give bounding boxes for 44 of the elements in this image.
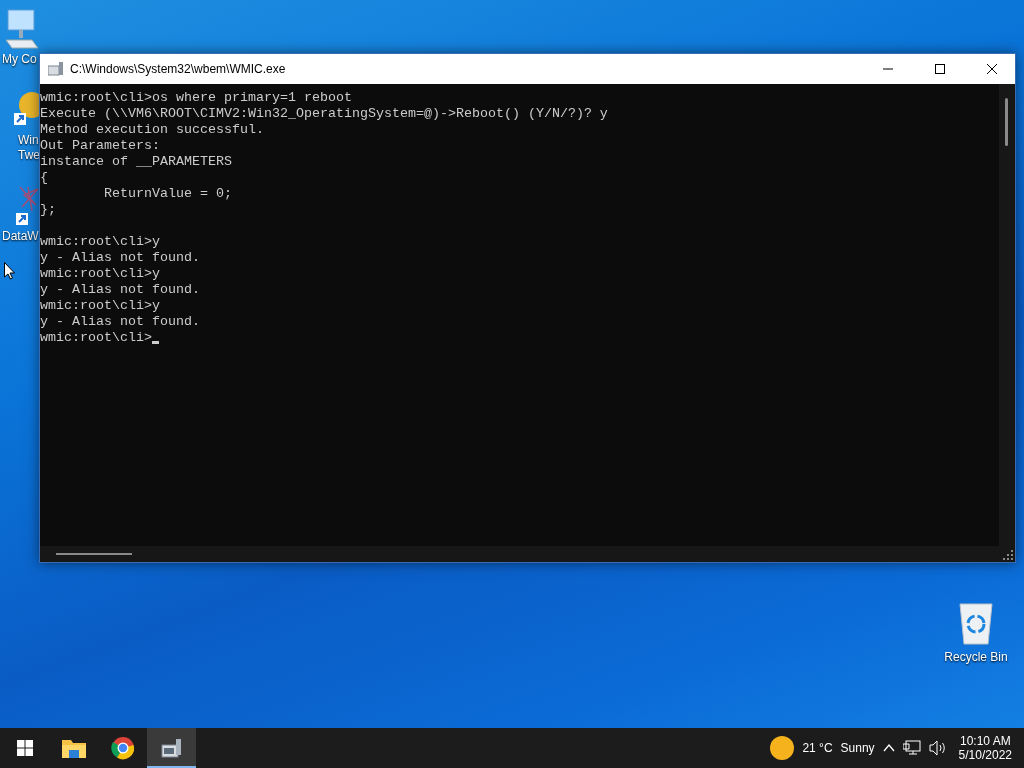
console-line: instance of __PARAMETERS: [40, 154, 232, 170]
console-line: Execute (\\VM6\ROOT\CIMV2:Win32_OperatingSystem=@)->Reboot() (Y/N/?)? y: [40, 106, 608, 122]
console-line: };: [40, 202, 56, 218]
mouse-pointer-icon: [4, 262, 15, 280]
console-line: wmic:root\cli>os where primary=1 reboot: [40, 90, 352, 106]
console-line: wmic:root\cli>y: [40, 298, 160, 314]
console-line: y - Alias not found.: [40, 282, 200, 298]
network-icon[interactable]: [902, 740, 921, 756]
clock-date[interactable]: 5/10/2022: [958, 748, 1012, 762]
browser-icon: [110, 736, 135, 760]
console-line: y - Alias not found.: [40, 314, 200, 330]
text-cursor: [152, 341, 159, 344]
desktop-icon-label[interactable]: DataW: [2, 229, 39, 244]
computer-icon: [2, 8, 42, 52]
console-app-icon: [159, 737, 184, 759]
clock-time[interactable]: 10:10 AM: [959, 734, 1011, 748]
console-line: Out Parameters:: [40, 138, 160, 154]
close-icon: [987, 64, 997, 74]
chevron-up-icon[interactable]: [882, 744, 895, 752]
console-line: wmic:root\cli>y: [40, 234, 160, 250]
window-title: C:\Windows\System32\wbem\WMIC.exe: [70, 62, 287, 76]
desktop-icon-label[interactable]: My Co: [2, 52, 37, 67]
speaker-icon[interactable]: [928, 740, 947, 756]
taskbar-app-button[interactable]: [147, 728, 196, 768]
recycle-bin-icon[interactable]: [956, 600, 996, 646]
console-line: ReturnValue = 0;: [103, 186, 232, 202]
console-line: wmic:root\cli>: [40, 330, 152, 346]
resize-grip-icon[interactable]: [1003, 550, 1013, 560]
sun-icon: [770, 736, 795, 760]
horizontal-scrollbar[interactable]: [40, 546, 1015, 562]
temperature: 21 °C: [802, 741, 833, 755]
maximize-icon: [935, 64, 945, 74]
console-line: wmic:root\cli>y: [40, 266, 160, 282]
desktop-icon-label[interactable]: Win: [2, 133, 39, 148]
console-app-icon: [48, 62, 64, 76]
console-line: Method execution successful.: [40, 122, 264, 138]
console-line: {: [40, 170, 48, 186]
console-line: y - Alias not found.: [40, 250, 200, 266]
vertical-scrollbar[interactable]: [999, 84, 1015, 546]
recycle-bin-label[interactable]: Recycle Bin: [944, 650, 1008, 665]
weather-condition: Sunny: [840, 741, 875, 755]
desktop-icon-label[interactable]: Twe: [2, 148, 40, 163]
windows-logo-icon: [16, 740, 33, 756]
folder-icon: [60, 737, 87, 759]
